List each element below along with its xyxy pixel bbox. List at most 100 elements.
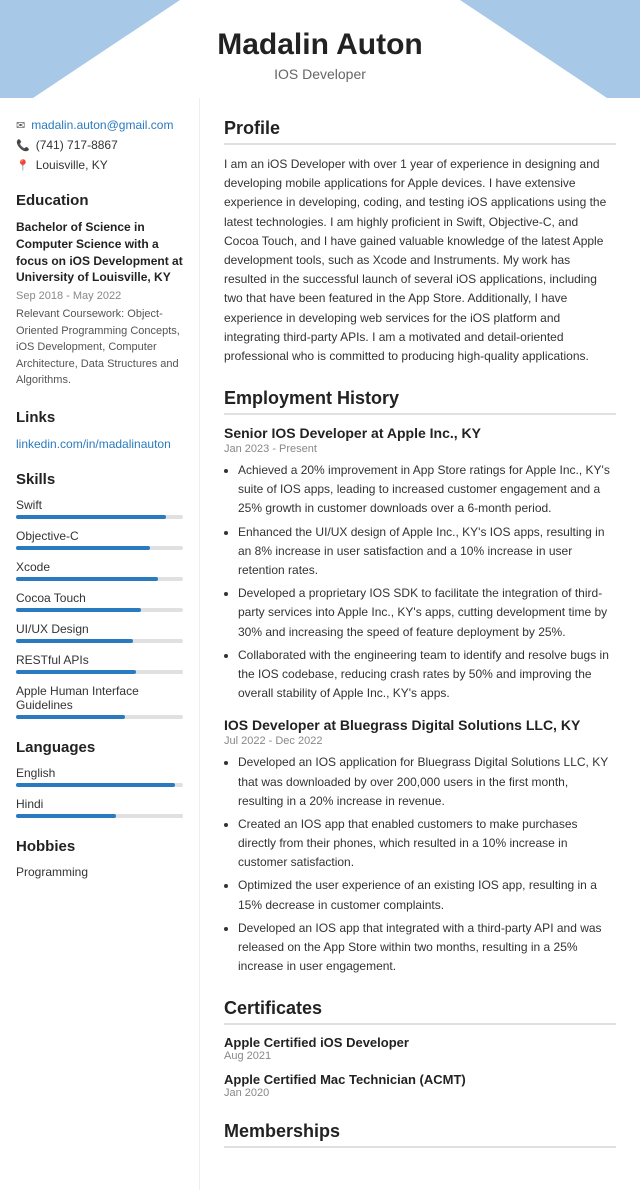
skill-name: Cocoa Touch xyxy=(16,591,183,605)
skill-item: Objective-C xyxy=(16,529,183,550)
skill-name: UI/UX Design xyxy=(16,622,183,636)
languages-list: English Hindi xyxy=(16,766,183,818)
cert-item: Apple Certified Mac Technician (ACMT) Ja… xyxy=(224,1072,616,1099)
contact-email: ✉ madalin.auton@gmail.com xyxy=(16,118,183,132)
hobbies-section: Hobbies Programming xyxy=(16,838,183,879)
cert-item: Apple Certified iOS Developer Aug 2021 xyxy=(224,1035,616,1062)
coursework-label: Relevant Coursework: xyxy=(16,308,124,320)
skill-bar-fill xyxy=(16,715,125,719)
profile-text: I am an iOS Developer with over 1 year o… xyxy=(224,155,616,366)
skill-bar-fill xyxy=(16,515,166,519)
language-bar-bg xyxy=(16,814,183,818)
languages-section: Languages English Hindi xyxy=(16,739,183,818)
skill-bar-fill xyxy=(16,546,150,550)
skill-bar-bg xyxy=(16,639,183,643)
language-bar-fill xyxy=(16,814,116,818)
skill-item: Swift xyxy=(16,498,183,519)
skill-name: Xcode xyxy=(16,560,183,574)
phone-icon: 📞 xyxy=(16,139,30,152)
employment-title: Employment History xyxy=(224,388,616,415)
language-item: English xyxy=(16,766,183,787)
contact-location: 📍 Louisville, KY xyxy=(16,158,183,172)
skill-bar-fill xyxy=(16,639,133,643)
hobbies-title: Hobbies xyxy=(16,838,183,855)
education-title: Education xyxy=(16,192,183,209)
job-bullets: Developed an IOS application for Bluegra… xyxy=(224,753,616,976)
skill-bar-fill xyxy=(16,577,158,581)
cert-date: Aug 2021 xyxy=(224,1050,616,1062)
skill-item: Cocoa Touch xyxy=(16,591,183,612)
education-dates: Sep 2018 - May 2022 xyxy=(16,290,183,302)
candidate-name: Madalin Auton xyxy=(20,28,620,62)
skills-title: Skills xyxy=(16,471,183,488)
resume-header: Madalin Auton IOS Developer xyxy=(0,0,640,98)
education-coursework: Relevant Coursework: Object-Oriented Pro… xyxy=(16,306,183,389)
skill-bar-fill xyxy=(16,670,136,674)
job-title: IOS Developer at Bluegrass Digital Solut… xyxy=(224,717,616,733)
bullet-item: Achieved a 20% improvement in App Store … xyxy=(238,461,616,519)
skill-item: Apple Human Interface Guidelines xyxy=(16,684,183,719)
bullet-item: Developed a proprietary IOS SDK to facil… xyxy=(238,584,616,642)
certificates-title: Certificates xyxy=(224,998,616,1025)
cert-name: Apple Certified Mac Technician (ACMT) xyxy=(224,1072,616,1087)
jobs-list: Senior IOS Developer at Apple Inc., KY J… xyxy=(224,425,616,976)
main-container: ✉ madalin.auton@gmail.com 📞 (741) 717-88… xyxy=(0,98,640,1190)
education-section: Education Bachelor of Science in Compute… xyxy=(16,192,183,389)
sidebar: ✉ madalin.auton@gmail.com 📞 (741) 717-88… xyxy=(0,98,200,1190)
bullet-item: Enhanced the UI/UX design of Apple Inc.,… xyxy=(238,523,616,581)
language-name: English xyxy=(16,766,183,780)
profile-section: Profile I am an iOS Developer with over … xyxy=(224,118,616,366)
language-bar-bg xyxy=(16,783,183,787)
links-title: Links xyxy=(16,409,183,426)
education-degree: Bachelor of Science in Computer Science … xyxy=(16,219,183,286)
cert-name: Apple Certified iOS Developer xyxy=(224,1035,616,1050)
contact-section: ✉ madalin.auton@gmail.com 📞 (741) 717-88… xyxy=(16,118,183,172)
job-title: Senior IOS Developer at Apple Inc., KY xyxy=(224,425,616,441)
skill-name: RESTful APIs xyxy=(16,653,183,667)
bullet-item: Optimized the user experience of an exis… xyxy=(238,876,616,914)
cert-date: Jan 2020 xyxy=(224,1087,616,1099)
skill-name: Objective-C xyxy=(16,529,183,543)
skill-name: Apple Human Interface Guidelines xyxy=(16,684,183,712)
skills-section: Skills Swift Objective-C Xcode Cocoa Tou… xyxy=(16,471,183,719)
skill-name: Swift xyxy=(16,498,183,512)
location-text: Louisville, KY xyxy=(36,158,108,172)
skill-item: UI/UX Design xyxy=(16,622,183,643)
bullet-item: Collaborated with the engineering team t… xyxy=(238,646,616,704)
employment-section: Employment History Senior IOS Developer … xyxy=(224,388,616,976)
skill-bar-bg xyxy=(16,515,183,519)
memberships-section: Memberships xyxy=(224,1121,616,1148)
language-bar-fill xyxy=(16,783,175,787)
skill-bar-bg xyxy=(16,577,183,581)
candidate-title: IOS Developer xyxy=(20,66,620,82)
certificates-section: Certificates Apple Certified iOS Develop… xyxy=(224,998,616,1099)
linkedin-link[interactable]: linkedin.com/in/madalinauton xyxy=(16,437,171,451)
profile-title: Profile xyxy=(224,118,616,145)
bullet-item: Developed an IOS application for Bluegra… xyxy=(238,753,616,811)
skill-item: RESTful APIs xyxy=(16,653,183,674)
links-section: Links linkedin.com/in/madalinauton xyxy=(16,409,183,451)
languages-title: Languages xyxy=(16,739,183,756)
hobbies-text: Programming xyxy=(16,865,183,879)
job-item: Senior IOS Developer at Apple Inc., KY J… xyxy=(224,425,616,703)
bullet-item: Created an IOS app that enabled customer… xyxy=(238,815,616,873)
location-icon: 📍 xyxy=(16,159,30,172)
email-link[interactable]: madalin.auton@gmail.com xyxy=(31,118,173,132)
skill-bar-bg xyxy=(16,670,183,674)
job-date: Jul 2022 - Dec 2022 xyxy=(224,735,616,747)
certs-list: Apple Certified iOS Developer Aug 2021 A… xyxy=(224,1035,616,1099)
skill-bar-fill xyxy=(16,608,141,612)
language-item: Hindi xyxy=(16,797,183,818)
contact-phone: 📞 (741) 717-8867 xyxy=(16,138,183,152)
phone-text: (741) 717-8867 xyxy=(36,138,118,152)
skills-list: Swift Objective-C Xcode Cocoa Touch UI/U… xyxy=(16,498,183,719)
job-date: Jan 2023 - Present xyxy=(224,443,616,455)
main-content: Profile I am an iOS Developer with over … xyxy=(200,98,640,1190)
memberships-title: Memberships xyxy=(224,1121,616,1148)
skill-bar-bg xyxy=(16,608,183,612)
email-icon: ✉ xyxy=(16,119,25,132)
skill-bar-bg xyxy=(16,715,183,719)
skill-item: Xcode xyxy=(16,560,183,581)
job-bullets: Achieved a 20% improvement in App Store … xyxy=(224,461,616,703)
bullet-item: Developed an IOS app that integrated wit… xyxy=(238,919,616,977)
